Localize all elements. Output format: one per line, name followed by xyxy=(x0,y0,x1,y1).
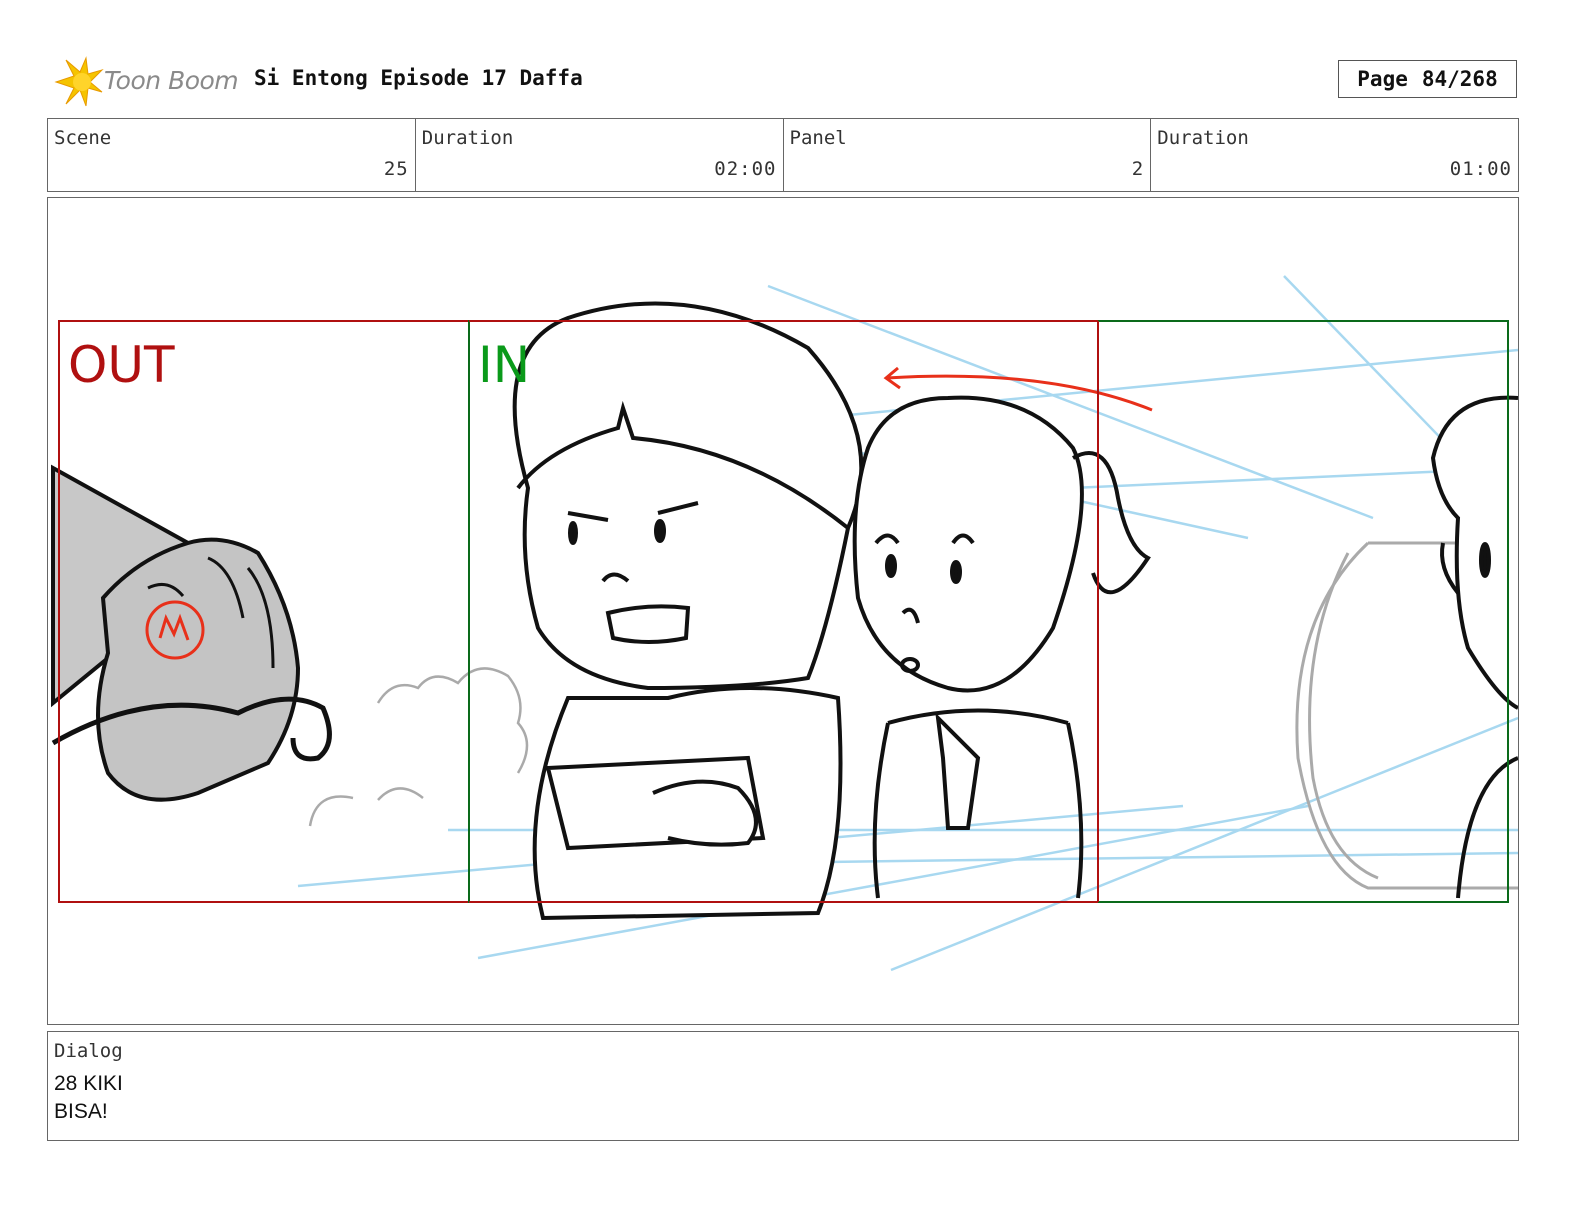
panel-cell: Panel 2 xyxy=(784,119,1152,191)
logo-text: Toon Boom xyxy=(104,66,239,95)
scene-duration-label: Duration xyxy=(421,127,514,149)
far-right-figure-sketch xyxy=(1430,395,1518,899)
scene-label: Scene xyxy=(54,127,112,149)
storyboard-sketch: OUT IN xyxy=(51,275,1518,972)
storyboard-frame: OUT IN xyxy=(47,197,1519,1025)
smoke-puffs xyxy=(308,667,529,827)
boy-sketch xyxy=(512,301,864,921)
dialog-line: BISA! xyxy=(54,1100,108,1123)
scene-duration-value: 02:00 xyxy=(714,158,777,180)
page-indicator: Page 84/268 xyxy=(1338,60,1517,98)
toon-boom-logo: Toon Boom xyxy=(52,56,242,108)
panel-label: Panel xyxy=(789,127,847,149)
hand-sketch xyxy=(51,464,332,802)
dialog-line: 28 KIKI xyxy=(54,1072,123,1095)
scene-duration-cell: Duration 02:00 xyxy=(416,119,784,191)
document-title: Si Entong Episode 17 Daffa xyxy=(254,66,583,90)
scene-cell: Scene 25 xyxy=(48,119,416,191)
dialog-label: Dialog xyxy=(54,1040,123,1062)
page-number: 84/268 xyxy=(1421,67,1498,91)
logo-burst-icon xyxy=(54,56,104,107)
panel-duration-cell: Duration 01:00 xyxy=(1151,119,1518,191)
dialog-box: Dialog 28 KIKI BISA! xyxy=(47,1031,1519,1141)
panel-info-row: Scene 25 Duration 02:00 Panel 2 Duration… xyxy=(47,118,1519,192)
panel-value: 2 xyxy=(1131,158,1145,180)
panel-duration-label: Duration xyxy=(1157,127,1249,149)
out-label: OUT xyxy=(68,336,175,394)
panel-duration-value: 01:00 xyxy=(1449,158,1512,180)
scene-value: 25 xyxy=(383,158,409,180)
page-label: Page xyxy=(1357,67,1408,91)
in-label: IN xyxy=(478,336,530,394)
